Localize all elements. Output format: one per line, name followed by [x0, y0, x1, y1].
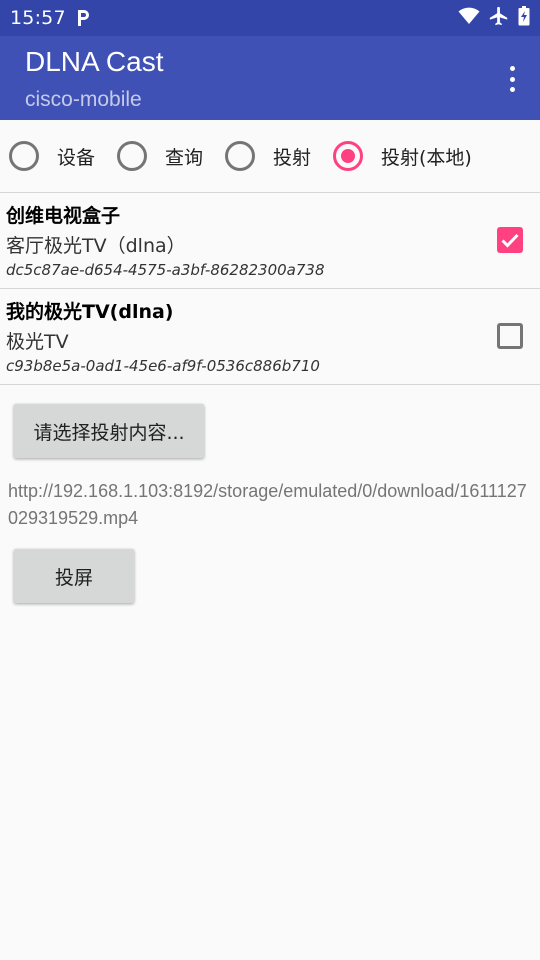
device-list-item[interactable]: 我的极光TV(dlna) 极光TV c93b8e5a-0ad1-45e6-af9…	[0, 289, 540, 385]
device-name: 创维电视盒子	[6, 205, 121, 227]
divider	[0, 384, 540, 385]
radio-button-checked-icon[interactable]	[333, 141, 363, 171]
radio-label: 查询	[165, 146, 204, 169]
app-bar: DLNA Cast cisco-mobile	[0, 36, 540, 120]
app-subtitle: cisco-mobile	[25, 88, 142, 111]
status-bar: 15:57	[0, 0, 540, 36]
device-list-item[interactable]: 创维电视盒子 客厅极光TV（dlna） dc5c87ae-d654-4575-a…	[0, 193, 540, 289]
radio-button-icon[interactable]	[9, 141, 39, 171]
airplane-icon	[488, 5, 510, 31]
radio-device[interactable]: 设备	[9, 140, 95, 172]
radio-query[interactable]: 查询	[117, 140, 203, 172]
parking-icon	[76, 9, 90, 27]
device-model: 极光TV	[6, 331, 69, 353]
device-udn: c93b8e5a-0ad1-45e6-af9f-0536c886b710	[6, 357, 320, 375]
checkbox-unchecked-icon[interactable]	[497, 323, 523, 349]
checkbox-checked-icon[interactable]	[497, 227, 523, 253]
cast-button[interactable]: 投屏	[14, 549, 134, 603]
radio-label: 设备	[57, 146, 96, 169]
radio-cast-local[interactable]: 投射(本地)	[333, 140, 472, 172]
radio-button-icon[interactable]	[117, 141, 147, 171]
more-vert-icon[interactable]	[508, 66, 516, 92]
cast-mode-radio-group: 设备 查询 投射 投射(本地)	[0, 120, 540, 192]
radio-button-icon[interactable]	[225, 141, 255, 171]
device-name: 我的极光TV(dlna)	[6, 301, 174, 323]
device-udn: dc5c87ae-d654-4575-a3bf-86282300a738	[6, 261, 325, 279]
select-content-button[interactable]: 请选择投射内容...	[14, 404, 204, 458]
battery-icon	[518, 6, 530, 30]
content-url: http://192.168.1.103:8192/storage/emulat…	[8, 481, 527, 528]
radio-cast[interactable]: 投射	[225, 140, 311, 172]
radio-label: 投射	[273, 146, 312, 169]
status-time: 15:57	[10, 7, 66, 29]
device-model: 客厅极光TV（dlna）	[6, 235, 186, 257]
radio-label: 投射(本地)	[381, 146, 472, 169]
app-title: DLNA Cast	[25, 46, 164, 77]
wifi-icon	[458, 7, 480, 29]
